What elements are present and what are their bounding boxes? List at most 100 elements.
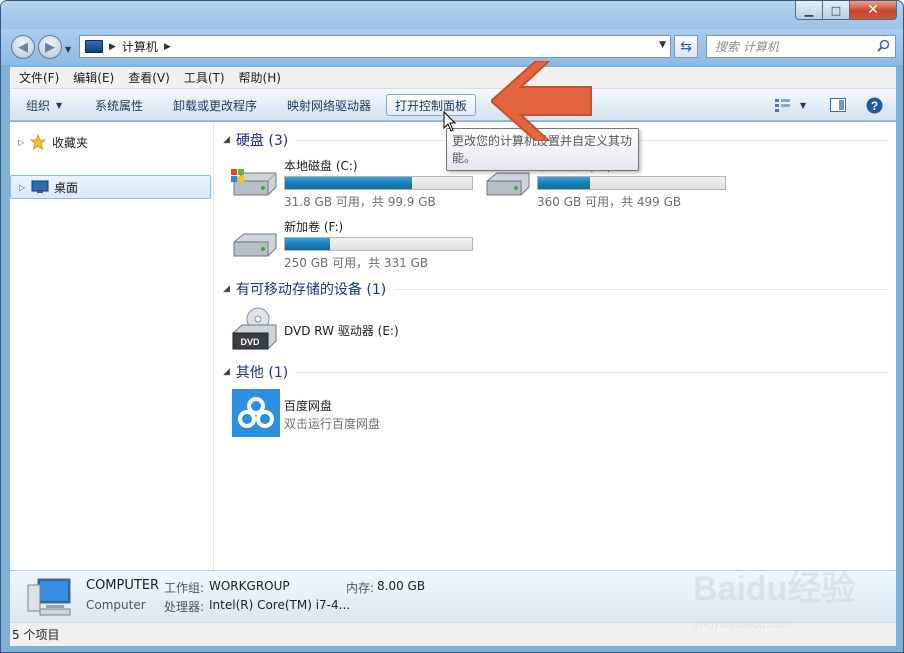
computer-icon bbox=[85, 40, 103, 53]
item-count: 5 个项目 bbox=[12, 628, 60, 642]
item-description: 双击运行百度网盘 bbox=[284, 417, 381, 431]
open-control-panel-button[interactable]: 打开控制面板 bbox=[386, 94, 477, 116]
divider bbox=[394, 288, 889, 290]
maximize-icon: □ bbox=[830, 3, 842, 17]
dvd-label: DVD bbox=[240, 337, 260, 347]
breadcrumb-computer[interactable]: 计算机 bbox=[122, 38, 158, 55]
uninstall-program-button[interactable]: 卸载或更改程序 bbox=[165, 94, 265, 116]
computer-icon bbox=[27, 578, 71, 616]
sidebar-item-desktop[interactable]: ▷ 桌面 bbox=[10, 175, 211, 199]
dvd-drive-icon: DVD bbox=[232, 307, 277, 350]
menu-view[interactable]: 查看(V) bbox=[119, 69, 175, 86]
divider bbox=[296, 371, 889, 373]
minimize-icon: ▁ bbox=[804, 3, 814, 17]
change-view-button[interactable]: ▼ bbox=[766, 94, 814, 116]
menu-edit[interactable]: 编辑(E) bbox=[64, 69, 119, 86]
refresh-button[interactable]: ⇆ bbox=[674, 35, 698, 58]
processor-label: 处理器: bbox=[164, 600, 205, 614]
forward-button[interactable]: ▶ bbox=[38, 35, 62, 59]
forward-arrow-icon: ▶ bbox=[45, 39, 55, 55]
processor-value: Intel(R) Core(TM) i7-4... bbox=[209, 598, 351, 612]
drive-usage-fill bbox=[538, 177, 591, 189]
annotation-arrow-icon bbox=[491, 61, 592, 141]
organize-button[interactable]: 组织 ▼ bbox=[18, 94, 70, 116]
view-icon bbox=[775, 99, 790, 112]
svg-text:?: ? bbox=[871, 99, 878, 113]
drive-usage-bar bbox=[537, 176, 726, 190]
system-properties-button[interactable]: 系统属性 bbox=[87, 94, 151, 116]
expand-icon[interactable]: ▷ bbox=[18, 138, 30, 147]
maximize-button[interactable]: □ bbox=[822, 1, 850, 20]
drive-name: 本地磁盘 (C:) bbox=[284, 159, 358, 173]
system-properties-label: 系统属性 bbox=[95, 98, 144, 113]
address-bar[interactable]: ▶ 计算机 ▶ ▼ bbox=[79, 35, 671, 58]
collapse-icon[interactable]: ◢ bbox=[223, 367, 230, 377]
help-icon: ? bbox=[866, 97, 883, 113]
item-name: 百度网盘 bbox=[284, 399, 333, 413]
baidu-netdisk-icon bbox=[232, 389, 280, 437]
collapse-icon[interactable]: ◢ bbox=[223, 135, 230, 145]
drive-usage-bar bbox=[284, 176, 473, 190]
drive-name: 新加卷 (F:) bbox=[284, 220, 344, 234]
drive-c[interactable]: 本地磁盘 (C:) 31.8 GB 可用，共 99.9 GB bbox=[230, 157, 480, 217]
baidu-jingyan-watermark: Baidu经验 jingyan.baidu.com bbox=[693, 569, 855, 631]
organize-label: 组织 bbox=[26, 98, 51, 113]
search-icon bbox=[877, 39, 890, 52]
group-header-other[interactable]: ◢ 其他 (1) bbox=[223, 362, 889, 382]
chevron-down-icon: ▼ bbox=[800, 100, 807, 110]
workgroup-label: 工作组: bbox=[164, 581, 205, 595]
map-network-drive-button[interactable]: 映射网络驱动器 bbox=[279, 94, 379, 116]
breadcrumb-chevron-icon[interactable]: ▶ bbox=[164, 42, 171, 52]
expand-icon[interactable]: ▷ bbox=[19, 183, 31, 192]
menu-file[interactable]: 文件(F) bbox=[10, 69, 64, 86]
desktop-icon bbox=[31, 180, 49, 193]
group-header-removable[interactable]: ◢ 有可移动存储的设备 (1) bbox=[223, 279, 889, 299]
back-button[interactable]: ◀ bbox=[11, 35, 35, 59]
sidebar-item-label: 收藏夹 bbox=[52, 135, 89, 150]
group-title: 其他 (1) bbox=[235, 365, 289, 381]
sidebar-item-favorites[interactable]: ▷ 收藏夹 bbox=[10, 130, 211, 154]
baidu-netdisk-item[interactable]: 百度网盘 双击运行百度网盘 bbox=[232, 389, 482, 439]
computer-type: Computer bbox=[86, 598, 146, 612]
mouse-cursor-icon bbox=[443, 111, 457, 132]
star-icon bbox=[30, 134, 46, 150]
menu-bar: 文件(F) 编辑(E) 查看(V) 工具(T) 帮助(H) bbox=[10, 67, 896, 89]
close-icon: ✕ bbox=[867, 2, 879, 18]
explorer-window: ▁ □ ✕ ◀ ▶ ▼ ▶ 计算机 ▶ ▼ ⇆ 搜索 计算机 文件(F) 编辑(… bbox=[0, 0, 904, 653]
drive-f[interactable]: 新加卷 (F:) 250 GB 可用，共 331 GB bbox=[230, 218, 480, 278]
map-network-drive-label: 映射网络驱动器 bbox=[287, 98, 372, 113]
search-input[interactable]: 搜索 计算机 bbox=[706, 35, 896, 58]
collapse-icon[interactable]: ◢ bbox=[223, 284, 230, 294]
close-button[interactable]: ✕ bbox=[849, 1, 897, 20]
hard-drive-icon bbox=[233, 233, 277, 257]
title-bar[interactable]: ▁ □ ✕ bbox=[1, 1, 903, 29]
group-title: 有可移动存储的设备 (1) bbox=[235, 282, 387, 298]
help-button[interactable]: ? bbox=[858, 94, 891, 116]
drive-name: DVD RW 驱动器 (E:) bbox=[284, 324, 399, 338]
drive-size: 250 GB 可用，共 331 GB bbox=[284, 256, 429, 270]
sidebar-item-label: 桌面 bbox=[54, 180, 79, 195]
back-arrow-icon: ◀ bbox=[18, 39, 28, 55]
memory-value: 8.00 GB bbox=[377, 579, 426, 593]
memory-label: 内存: bbox=[346, 581, 375, 595]
recent-pages-dropdown[interactable]: ▼ bbox=[65, 45, 71, 54]
drive-size: 360 GB 可用，共 499 GB bbox=[537, 195, 682, 209]
menu-tools[interactable]: 工具(T) bbox=[175, 69, 230, 86]
computer-name: COMPUTER bbox=[86, 578, 160, 593]
preview-pane-icon bbox=[830, 98, 846, 112]
navigation-pane: ▷ 收藏夹 ▷ 桌面 bbox=[10, 122, 214, 570]
navigation-bar: ◀ ▶ ▼ ▶ 计算机 ▶ ▼ ⇆ 搜索 计算机 bbox=[1, 29, 903, 65]
breadcrumb-chevron-icon[interactable]: ▶ bbox=[109, 42, 116, 52]
address-dropdown-icon[interactable]: ▼ bbox=[659, 40, 666, 50]
drive-dvd[interactable]: DVD DVD RW 驱动器 (E:) bbox=[230, 307, 480, 353]
hard-drive-windows-icon bbox=[231, 169, 277, 196]
minimize-button[interactable]: ▁ bbox=[795, 1, 823, 20]
preview-pane-button[interactable] bbox=[822, 94, 854, 116]
search-placeholder: 搜索 计算机 bbox=[715, 40, 779, 54]
workgroup-value: WORKGROUP bbox=[209, 579, 290, 593]
hard-drive-icon bbox=[486, 172, 530, 196]
chevron-down-icon: ▼ bbox=[56, 100, 63, 110]
drive-size: 31.8 GB 可用，共 99.9 GB bbox=[284, 195, 436, 209]
menu-help[interactable]: 帮助(H) bbox=[230, 69, 286, 86]
drive-usage-fill bbox=[285, 238, 330, 250]
